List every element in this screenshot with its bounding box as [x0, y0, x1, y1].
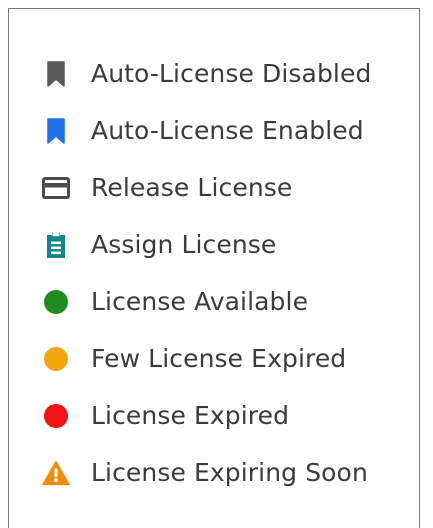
legend-item-auto-license-enabled: Auto-License Enabled — [42, 102, 371, 159]
orange-status-dot-icon — [42, 345, 70, 373]
legend-label: License Expired — [91, 401, 290, 430]
legend-label: License Available — [91, 287, 309, 316]
legend-item-license-expired: License Expired — [42, 387, 371, 444]
legend-label: Few License Expired — [91, 344, 347, 373]
legend-label: Assign License — [91, 230, 277, 259]
legend-item-auto-license-disabled: Auto-License Disabled — [42, 45, 371, 102]
warning-icon — [42, 459, 70, 487]
legend-item-few-license-expired: Few License Expired — [42, 330, 371, 387]
legend-item-license-available: License Available — [42, 273, 371, 330]
card-icon — [42, 174, 70, 202]
green-status-dot-icon — [42, 288, 70, 316]
legend-label: Release License — [91, 173, 293, 202]
legend-label: License Expiring Soon — [91, 458, 368, 487]
legend-item-release-license: Release License — [42, 159, 371, 216]
legend-item-assign-license: Assign License — [42, 216, 371, 273]
clipboard-icon — [42, 231, 70, 259]
red-status-dot-icon — [42, 402, 70, 430]
legend-label: Auto-License Disabled — [91, 59, 372, 88]
license-legend-panel: Auto-License Disabled Auto-License Enabl… — [8, 8, 420, 528]
bookmark-blue-icon — [42, 117, 70, 145]
legend-list: Auto-License Disabled Auto-License Enabl… — [42, 45, 371, 501]
bookmark-gray-icon — [42, 60, 70, 88]
legend-label: Auto-License Enabled — [91, 116, 364, 145]
legend-item-license-expiring-soon: License Expiring Soon — [42, 444, 371, 501]
